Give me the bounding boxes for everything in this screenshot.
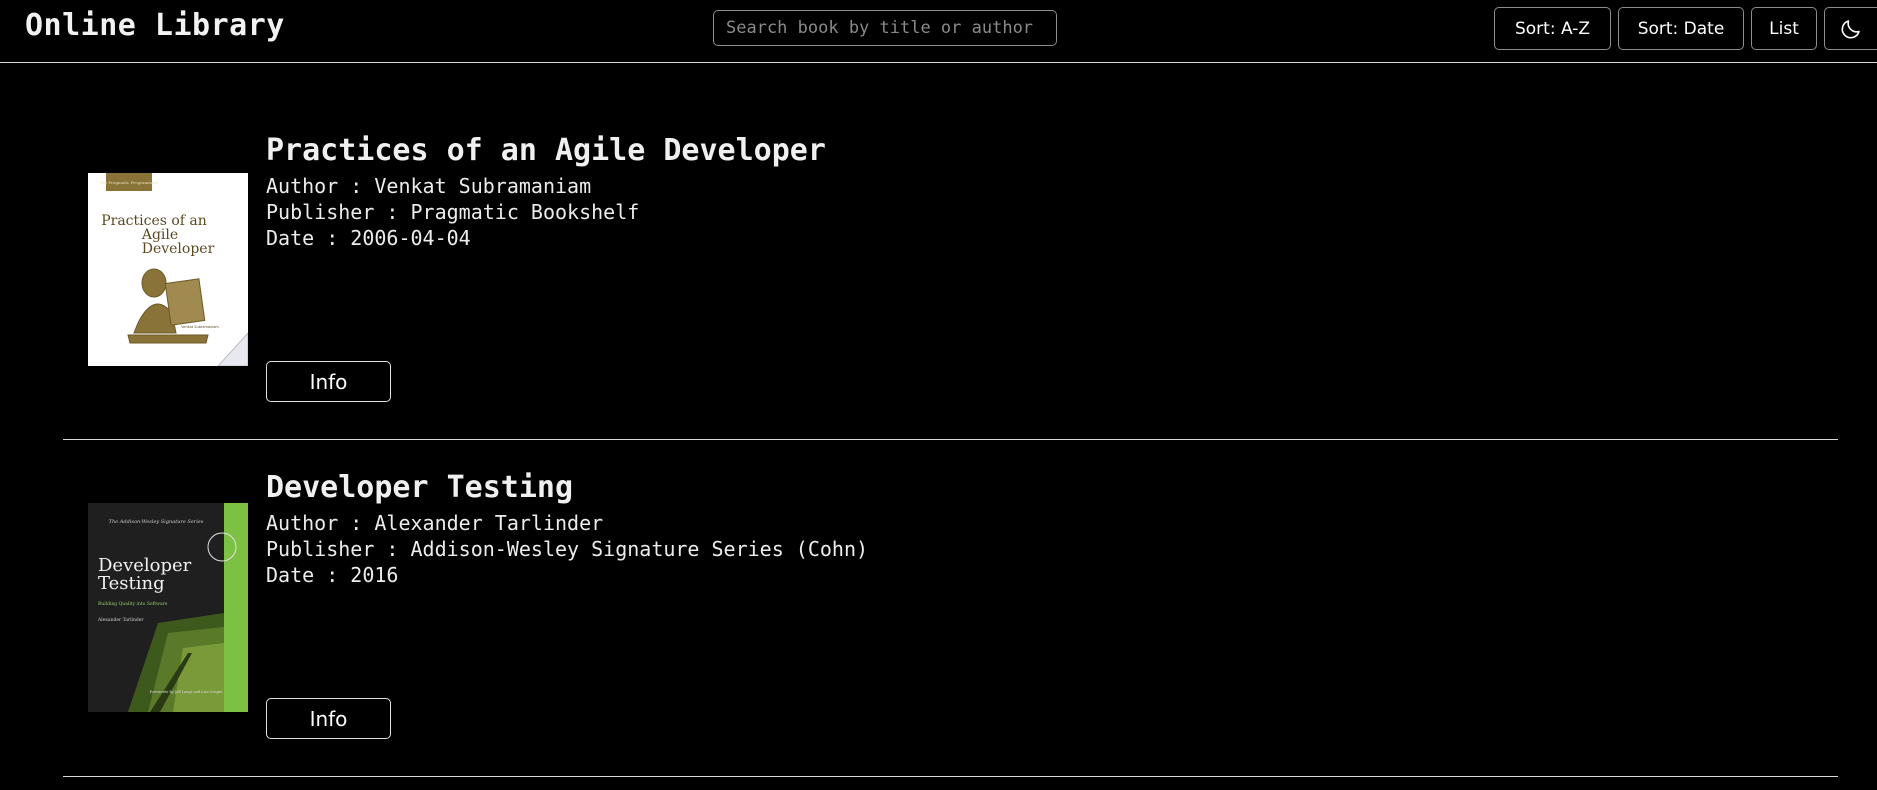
sort-az-button[interactable]: Sort: A-Z: [1494, 7, 1611, 50]
moon-icon: [1839, 17, 1863, 41]
cover-subtitle: Building Quality into Software: [98, 601, 168, 607]
book-item: The Addison-Wesley Signature Series Deve…: [63, 440, 1838, 777]
book-date: Date : 2006-04-04: [266, 226, 471, 250]
book-cover-image[interactable]: The Pragmatic Programmers Practices of a…: [88, 173, 248, 366]
sort-date-button[interactable]: Sort: Date: [1618, 7, 1744, 50]
cover-byline: Venkat Subramaniam: [181, 325, 219, 329]
book-publisher: Publisher : Addison-Wesley Signature Ser…: [266, 537, 869, 561]
app-title: Online Library: [25, 8, 285, 43]
book-cover-image[interactable]: The Addison-Wesley Signature Series Deve…: [88, 503, 248, 712]
top-bar: Online Library Sort: A-Z Sort: Date List: [0, 0, 1877, 63]
info-button[interactable]: Info: [266, 361, 391, 402]
cover-title-line: Developer: [142, 241, 215, 257]
cover-byline: Alexander Tarlinder: [97, 617, 144, 623]
cover-title-line: Testing: [98, 573, 165, 594]
book-title: Developer Testing: [266, 470, 574, 505]
info-button[interactable]: Info: [266, 698, 391, 739]
list-view-button[interactable]: List: [1751, 7, 1817, 50]
book-author: Author : Alexander Tarlinder: [266, 511, 604, 535]
cover-foreword: Forewords by Jeff Langr and Lisa Crispin: [149, 690, 223, 694]
theme-toggle-button[interactable]: [1824, 7, 1877, 50]
book-title: Practices of an Agile Developer: [266, 133, 826, 168]
cover-series-text: The Pragmatic Programmers: [100, 180, 159, 185]
cover-series-text: The Addison-Wesley Signature Series: [109, 519, 204, 525]
book-item: The Pragmatic Programmers Practices of a…: [63, 63, 1838, 440]
search-input[interactable]: [713, 10, 1057, 46]
book-date: Date : 2016: [266, 563, 399, 587]
book-author: Author : Venkat Subramaniam: [266, 174, 592, 198]
book-publisher: Publisher : Pragmatic Bookshelf: [266, 200, 640, 224]
